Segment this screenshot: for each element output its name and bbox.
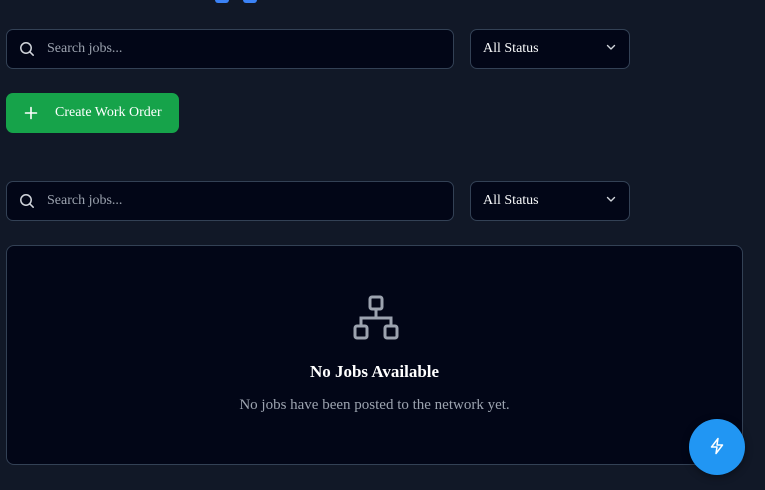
- lightning-icon: [708, 437, 726, 458]
- search-box-2[interactable]: [6, 181, 454, 221]
- create-work-order-button[interactable]: Create Work Order: [6, 93, 179, 133]
- status-select-1[interactable]: All Status: [470, 29, 630, 69]
- filter-row-2: All Status: [6, 181, 630, 221]
- create-work-order-label: Create Work Order: [55, 105, 162, 120]
- search-input-1[interactable]: [47, 30, 453, 68]
- network-icon: [353, 295, 399, 341]
- search-box-1[interactable]: [6, 29, 454, 69]
- status-select-2[interactable]: All Status: [470, 181, 630, 221]
- status-select-value: All Status: [483, 41, 539, 56]
- plus-icon: [24, 106, 38, 120]
- chevron-down-icon: [605, 40, 617, 58]
- filter-row-1: All Status: [6, 29, 630, 69]
- search-input-2[interactable]: [47, 182, 453, 220]
- top-toolbar-chips: [215, 0, 257, 3]
- search-icon: [19, 193, 35, 209]
- quick-action-fab[interactable]: [689, 419, 745, 475]
- status-select-value: All Status: [483, 193, 539, 208]
- toolbar-chip-2[interactable]: [243, 0, 257, 3]
- chevron-down-icon: [605, 192, 617, 210]
- empty-state-message: No jobs have been posted to the network …: [239, 397, 510, 413]
- empty-state-title: No Jobs Available: [309, 362, 440, 381]
- search-icon: [19, 41, 35, 57]
- jobs-empty-state-panel: No Jobs Available No jobs have been post…: [6, 245, 743, 465]
- toolbar-chip-1[interactable]: [215, 0, 229, 3]
